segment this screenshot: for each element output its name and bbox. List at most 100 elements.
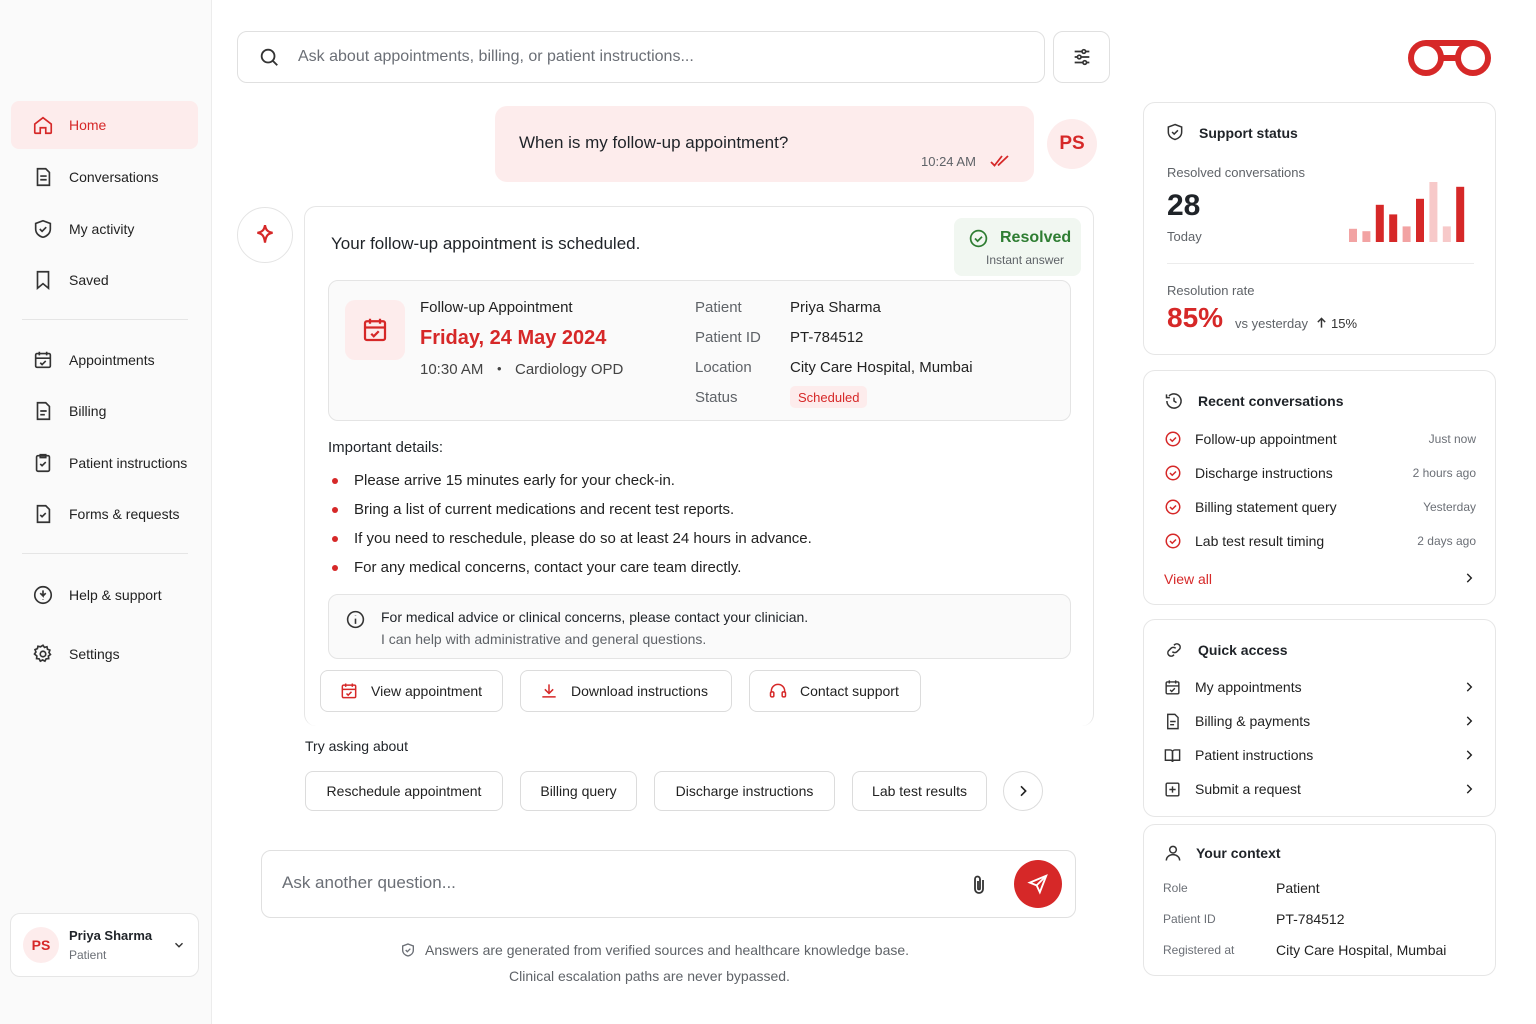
- user-profile-menu[interactable]: PS Priya Sharma Patient: [10, 913, 199, 977]
- quick-access-item[interactable]: Patient instructions: [1195, 747, 1313, 763]
- appointment-time: 10:30 AM: [420, 361, 484, 378]
- check-circle-icon: [1165, 431, 1181, 447]
- quick-access-item[interactable]: Submit a request: [1195, 781, 1301, 797]
- headset-icon: [769, 683, 787, 698]
- suggestions-heading: Try asking about: [305, 738, 408, 754]
- badge-subtitle: Instant answer: [986, 253, 1065, 267]
- view-appointment-button[interactable]: View appointment: [320, 670, 503, 712]
- avatar: PS: [23, 927, 59, 963]
- user-message-bubble: When is my follow-up appointment? 10:24 …: [495, 106, 1034, 182]
- contact-support-button[interactable]: Contact support: [749, 670, 921, 712]
- suggestion-chip[interactable]: Discharge instructions: [654, 771, 835, 811]
- composer: [261, 850, 1076, 918]
- sidebar-item-billing[interactable]: Billing: [11, 387, 198, 435]
- search-input[interactable]: [298, 48, 998, 66]
- separator: •: [497, 361, 502, 376]
- field-label-patient: Patient: [695, 299, 742, 316]
- message-time: 10:24 AM: [921, 154, 976, 169]
- paperclip-icon[interactable]: [967, 872, 991, 898]
- field-value-location: City Care Hospital, Mumbai: [790, 359, 973, 376]
- sparkbar: [1402, 226, 1411, 242]
- user-icon: [1165, 845, 1181, 861]
- context-value: City Care Hospital, Mumbai: [1276, 942, 1447, 958]
- sidebar-item-saved[interactable]: Saved: [11, 256, 198, 304]
- brand-logo: [1408, 40, 1491, 76]
- field-label-patient-id: Patient ID: [695, 329, 761, 346]
- suggestion-chip[interactable]: Reschedule appointment: [305, 771, 503, 811]
- sidebar-item-help-support[interactable]: Help & support: [11, 571, 198, 619]
- sparkbar: [1456, 186, 1465, 242]
- appointment-calendar-tile: [345, 300, 405, 360]
- message-input[interactable]: [282, 873, 932, 893]
- sidebar: Home Conversations My activity Saved App…: [0, 0, 212, 1024]
- check-circle-icon: [969, 229, 988, 248]
- chevron-right-icon[interactable]: [1462, 714, 1476, 728]
- field-label-status: Status: [695, 389, 738, 406]
- chevron-right-icon[interactable]: [1462, 571, 1476, 585]
- detail-item: Please arrive 15 minutes early for your …: [354, 472, 675, 489]
- double-check-icon: [990, 155, 1009, 167]
- bullet-dot: [332, 565, 338, 571]
- context-value: PT-784512: [1276, 911, 1345, 927]
- recent-item-time: Yesterday: [1423, 500, 1476, 514]
- user-message-text: When is my follow-up appointment?: [519, 133, 789, 152]
- sidebar-item-appointments[interactable]: Appointments: [11, 336, 198, 384]
- check-circle-icon: [1165, 499, 1181, 515]
- sidebar-item-conversations[interactable]: Conversations: [11, 153, 198, 201]
- button-label: Download instructions: [571, 683, 708, 699]
- recent-item-label[interactable]: Follow-up appointment: [1195, 431, 1337, 447]
- view-all-link[interactable]: View all: [1164, 571, 1212, 587]
- user-name: Priya Sharma: [69, 928, 153, 943]
- chevron-right-icon[interactable]: [1462, 748, 1476, 762]
- document-icon: [36, 167, 51, 187]
- notice-title: For medical advice or clinical concerns,…: [381, 609, 809, 625]
- file-icon: [1167, 713, 1179, 730]
- resolved-sparkbar-chart: [1349, 182, 1465, 242]
- recent-item-label[interactable]: Billing statement query: [1195, 499, 1337, 515]
- bullet-dot: [332, 536, 338, 542]
- sidebar-item-settings[interactable]: Settings: [11, 630, 198, 678]
- notice-body: I can help with administrative and gener…: [381, 631, 707, 647]
- send-button[interactable]: [1014, 860, 1062, 908]
- rate-delta: 15%: [1331, 316, 1358, 331]
- check-circle-icon: [1165, 465, 1181, 481]
- search-bar: [237, 31, 1045, 83]
- button-label: View appointment: [371, 683, 483, 699]
- check-circle-icon: [1165, 533, 1181, 549]
- detail-item: If you need to reschedule, please do so …: [354, 530, 812, 547]
- send-icon: [1027, 874, 1048, 895]
- recent-item-label[interactable]: Discharge instructions: [1195, 465, 1333, 481]
- user-role: Patient: [69, 948, 107, 962]
- download-instructions-button[interactable]: Download instructions: [520, 670, 732, 712]
- plus-square-icon: [1165, 782, 1180, 797]
- form-icon: [36, 504, 51, 524]
- sparkbar: [1442, 226, 1451, 242]
- recent-item-label[interactable]: Lab test result timing: [1195, 533, 1324, 549]
- suggestion-chip[interactable]: Lab test results: [852, 771, 987, 811]
- sidebar-item-my-activity[interactable]: My activity: [11, 205, 198, 253]
- calendar-icon: [34, 351, 52, 369]
- sidebar-item-label: Saved: [69, 272, 109, 288]
- field-value-patient-id: PT-784512: [790, 329, 864, 346]
- suggestion-chip[interactable]: Billing query: [520, 771, 637, 811]
- rate-compare: vs yesterday: [1235, 316, 1308, 331]
- sidebar-item-label: Appointments: [69, 352, 155, 368]
- detail-item: Bring a list of current medications and …: [354, 501, 735, 518]
- quick-access-item[interactable]: My appointments: [1195, 679, 1302, 695]
- suggestions-next-button[interactable]: [1003, 771, 1043, 811]
- sidebar-item-home[interactable]: Home: [11, 101, 198, 149]
- sidebar-item-forms-requests[interactable]: Forms & requests: [11, 490, 198, 538]
- quick-access-item[interactable]: Billing & payments: [1195, 713, 1310, 729]
- sidebar-item-label: My activity: [69, 221, 135, 237]
- chevron-right-icon[interactable]: [1462, 680, 1476, 694]
- filter-button[interactable]: [1053, 31, 1110, 83]
- chevron-right-icon[interactable]: [1462, 782, 1476, 796]
- rate-label: Resolution rate: [1167, 283, 1255, 298]
- info-icon: [346, 610, 365, 629]
- appointment-date: Friday, 24 May 2024: [420, 327, 607, 349]
- footer-disclaimer: Answers are generated from verified sour…: [425, 942, 910, 958]
- sparkbar: [1362, 231, 1371, 242]
- sidebar-item-patient-instructions[interactable]: Patient instructions: [11, 439, 198, 487]
- assistant-avatar: [237, 207, 293, 263]
- sidebar-item-label: Conversations: [69, 169, 159, 185]
